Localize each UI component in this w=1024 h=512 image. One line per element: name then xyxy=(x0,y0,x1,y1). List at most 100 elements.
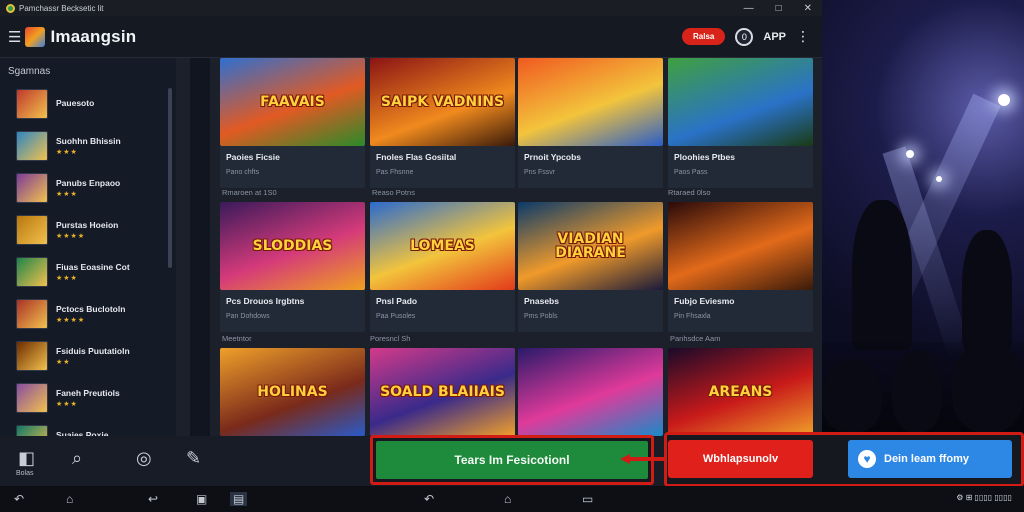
sidebar-scrollbar[interactable] xyxy=(168,88,172,268)
recents-icon-center[interactable]: ▭ xyxy=(582,492,593,506)
section-label: Reaso Potns xyxy=(372,188,415,197)
screenshot-icon[interactable]: ▤ xyxy=(230,492,248,506)
game-subtitle: Pns Fssvr xyxy=(524,169,556,176)
game-cover-art: FAAVAIS xyxy=(220,58,365,146)
game-cover-art: LOMEAS xyxy=(370,202,515,290)
red-cta-button[interactable]: Wbhlapsunolv xyxy=(668,440,813,478)
home-icon-center[interactable]: ⌂ xyxy=(504,492,511,506)
app-icon xyxy=(6,3,15,13)
back-icon-center[interactable]: ↶ xyxy=(424,492,434,506)
game-art-title: SOALD BLAIIAIS xyxy=(380,384,505,400)
game-card[interactable]: SAIPK VADNINS Fnoles Flas Gosiital Pas Fhs… xyxy=(370,58,515,188)
window-title: Pamchassr Becksetic lit xyxy=(19,3,104,13)
game-card[interactable] xyxy=(518,348,663,436)
game-meta: Pcs Drouos Irgbtns Pan Dohdows xyxy=(220,290,365,332)
hamburger-menu-icon[interactable]: ☰ xyxy=(8,28,21,46)
game-art-title: FAAVAIS xyxy=(260,94,325,110)
sidebar-item-text: Purstas Hoeion ★★★★ xyxy=(56,220,118,240)
recents-icon[interactable]: ▣ xyxy=(196,492,207,506)
app-button[interactable]: APP xyxy=(763,31,786,43)
game-art-title: VIADIAN DIARANE xyxy=(555,231,626,261)
home-icon[interactable]: ⌂ xyxy=(66,492,73,506)
edit-nav-icon[interactable]: ✎ xyxy=(186,448,201,469)
sidebar-item[interactable]: Pctocs Buclotoln ★★★★ xyxy=(0,293,176,335)
game-subtitle: Paos Pass xyxy=(674,169,708,176)
brand-logo-icon xyxy=(25,26,46,47)
game-card[interactable]: HOLINAS xyxy=(220,348,365,436)
sidebar-item[interactable]: Fsiduis Puutatioln ★★ xyxy=(0,335,176,377)
game-card[interactable]: SLODDIAS Pcs Drouos Irgbtns Pan Dohdows xyxy=(220,202,365,332)
section-label: Meetntor xyxy=(222,334,252,343)
game-card[interactable]: VIADIAN DIARANE Pnasebs Pms Pobls xyxy=(518,202,663,332)
game-card[interactable]: Fubjo Eviesmo Pin Fhsaxla xyxy=(668,202,813,332)
game-subtitle: Pas Fhsnne xyxy=(376,169,414,176)
grid-left-strip xyxy=(190,58,210,436)
home-nav-icon[interactable]: ◧ xyxy=(18,448,35,469)
game-card[interactable]: LOMEAS Pnsl Pado Paa Pusoles xyxy=(370,202,515,332)
more-options-icon[interactable]: ⋮ xyxy=(796,28,810,45)
game-thumbnail xyxy=(16,383,48,413)
section-label: Rmaroen at 1S0 xyxy=(222,188,277,197)
promo-pill-button[interactable]: Ralsa xyxy=(682,28,726,45)
game-cover-art: SAIPK VADNINS xyxy=(370,58,515,146)
sidebar-item-rating: ★★★ xyxy=(56,149,78,156)
game-cover-art xyxy=(518,58,663,146)
sidebar-item-rating: ★★ xyxy=(56,359,71,366)
game-thumbnail xyxy=(16,173,48,203)
game-card[interactable]: Ploohies Ptbes Paos Pass xyxy=(668,58,813,188)
blue-cta-button[interactable]: ♥ Dein leam ffomy xyxy=(848,440,1012,478)
window-titlebar: Pamchassr Becksetic lit — □ ✕ xyxy=(0,0,822,16)
heart-chat-icon: ♥ xyxy=(858,450,876,468)
game-card[interactable]: AREANS xyxy=(668,348,813,436)
game-art-title: LOMEAS xyxy=(410,238,475,254)
game-thumbnail xyxy=(16,341,48,371)
sidebar-item[interactable]: Faneh Preutiols ★★★ xyxy=(0,377,176,419)
sidebar-item[interactable]: Suaies Poxie★★★ xyxy=(0,419,176,436)
stage-spotlight xyxy=(906,150,914,158)
game-title: Pcs Drouos Irgbtns xyxy=(226,296,305,306)
stage-spotlight xyxy=(998,94,1010,106)
minimize-button[interactable]: — xyxy=(744,3,754,14)
crowd-silhouette xyxy=(962,230,1012,350)
green-cta-button[interactable]: Tears Im Fesicotionl xyxy=(376,441,648,479)
game-cover-art xyxy=(518,348,663,436)
sidebar-item-rating: ★★★ xyxy=(56,401,78,408)
sidebar-item[interactable]: Panubs Enpaoo ★★★ xyxy=(0,167,176,209)
compass-nav-icon[interactable]: ◎ xyxy=(136,448,152,469)
game-art-title: AREANS xyxy=(708,384,773,400)
game-card[interactable]: Prnoit Ypcobs Pns Fssvr xyxy=(518,58,663,188)
game-cover-art: VIADIAN DIARANE xyxy=(518,202,663,290)
close-button[interactable]: ✕ xyxy=(804,3,812,14)
blue-cta-label: Dein leam ffomy xyxy=(884,453,969,465)
sidebar-item-label: Purstas Hoeion xyxy=(56,220,119,230)
game-meta: Pnasebs Pms Pobls xyxy=(518,290,663,332)
maximize-button[interactable]: □ xyxy=(776,3,782,14)
game-title: Pnsl Pado xyxy=(376,296,418,306)
profile-round-button[interactable]: 0 xyxy=(735,27,754,46)
search-nav-icon[interactable]: ⌕ xyxy=(72,448,82,469)
game-art-title: SLODDIAS xyxy=(252,238,333,254)
game-subtitle: Pan Dohdows xyxy=(226,313,270,320)
home-nav-label: Bolas xyxy=(16,470,34,477)
game-subtitle: Paa Pusoles xyxy=(376,313,416,320)
back-icon[interactable]: ↶ xyxy=(14,492,24,506)
section-label: Poresncl Sh xyxy=(370,334,411,343)
sidebar-item[interactable]: Suohhn Bhissin ★★★ xyxy=(0,125,176,167)
game-title: Prnoit Ypcobs xyxy=(524,152,581,162)
sidebar-item-text: Pctocs Buclotoln ★★★★ xyxy=(56,304,125,324)
brand-name: Imaangsin xyxy=(50,26,137,46)
status-tray: ⚙ ⊞ ▯▯▯▯ ▯▯▯▯ xyxy=(956,493,1012,502)
crowd-silhouette xyxy=(822,360,882,432)
sidebar-item[interactable]: Fiuas Eoasine Cot ★★★ xyxy=(0,251,176,293)
game-meta: Prnoit Ypcobs Pns Fssvr xyxy=(518,146,663,188)
game-title: Paoies Ficsie xyxy=(226,152,280,162)
sidebar-item[interactable]: Purstas Hoeion ★★★★ xyxy=(0,209,176,251)
game-meta: Paoies Ficsie Pano chfts xyxy=(220,146,365,188)
game-card[interactable]: FAAVAIS Paoies Ficsie Pano chfts xyxy=(220,58,365,188)
game-card[interactable]: SOALD BLAIIAIS xyxy=(370,348,515,436)
section-label: Panhsdce Aam xyxy=(670,334,721,343)
game-title: Pnasebs xyxy=(524,296,559,306)
back-arrow-icon[interactable]: ↩ xyxy=(148,492,158,506)
sidebar-item[interactable]: Pauesoto xyxy=(0,83,176,125)
game-thumbnail xyxy=(16,257,48,287)
